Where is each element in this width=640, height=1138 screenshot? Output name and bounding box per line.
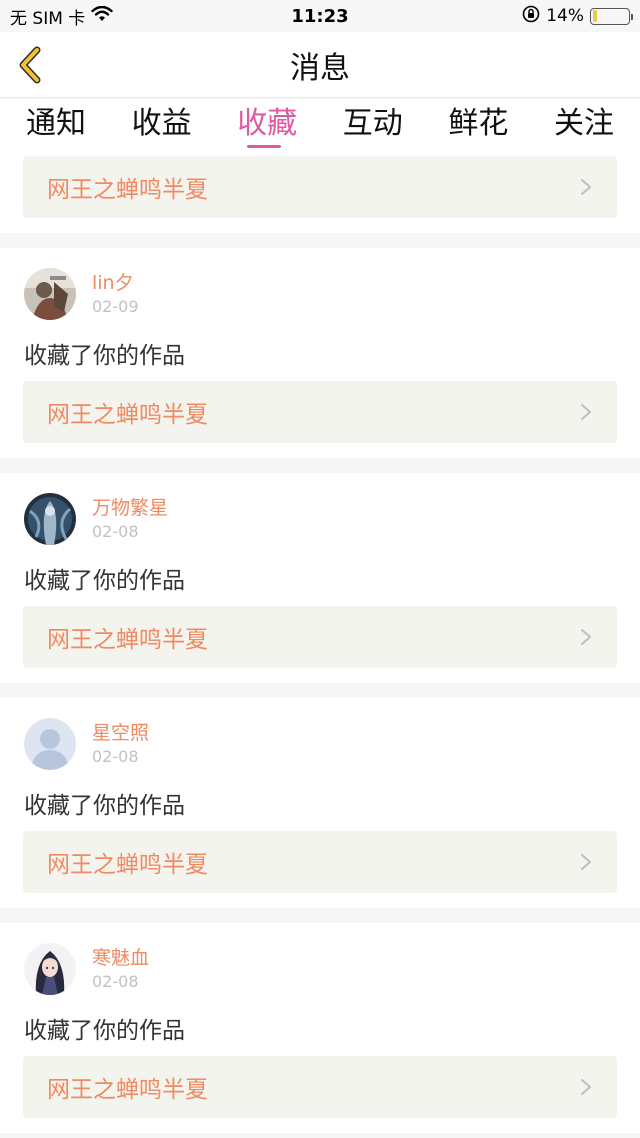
chevron-right-icon	[581, 854, 591, 870]
user-row: lin夕 02-09	[24, 268, 139, 320]
work-title: 网王之蝉鸣半夏	[47, 402, 208, 428]
message-card: 寒魅血 02-08 收藏了你的作品 网王之蝉鸣半夏	[0, 923, 640, 1133]
tab-earnings[interactable]: 收益	[130, 99, 194, 151]
tab-follows[interactable]: 关注	[552, 99, 616, 151]
user-meta: 星空照 02-08	[92, 721, 149, 768]
message-card: 星空照 02-08 收藏了你的作品 网王之蝉鸣半夏	[0, 698, 640, 908]
work-title: 网王之蝉鸣半夏	[47, 177, 208, 203]
work-link[interactable]: 网王之蝉鸣半夏	[23, 606, 617, 668]
action-text: 收藏了你的作品	[24, 568, 185, 594]
user-meta: lin夕 02-09	[92, 271, 139, 318]
status-bar: 无 SIM 卡 11:23 14%	[0, 0, 640, 32]
carrier-label: 无 SIM 卡	[10, 8, 86, 29]
page-title: 消息	[290, 50, 350, 86]
status-left: 无 SIM 卡	[10, 4, 113, 29]
username[interactable]: lin夕	[92, 271, 139, 295]
battery-percent: 14%	[546, 6, 584, 26]
username[interactable]: 万物繁星	[92, 496, 168, 520]
chevron-right-icon	[581, 179, 591, 195]
status-right: 14%	[522, 5, 633, 28]
action-text: 收藏了你的作品	[24, 793, 185, 819]
tab-interactions[interactable]: 互动	[341, 99, 405, 151]
user-row: 寒魅血 02-08	[24, 943, 149, 995]
messages-page: 无 SIM 卡 11:23 14% 消息 通知 收益 收藏 互动 鲜花 关注 网…	[0, 0, 640, 1138]
active-tab-indicator	[247, 145, 282, 148]
username[interactable]: 寒魅血	[92, 946, 149, 970]
tab-label: 收藏	[237, 106, 298, 141]
work-link[interactable]: 网王之蝉鸣半夏	[23, 831, 617, 893]
battery-icon	[590, 7, 633, 25]
tab-label: 关注	[553, 106, 614, 141]
user-meta: 万物繁星 02-08	[92, 496, 168, 543]
work-link[interactable]: 网王之蝉鸣半夏	[23, 1056, 617, 1118]
tab-flowers[interactable]: 鲜花	[446, 99, 510, 151]
wifi-icon	[91, 5, 113, 27]
tab-label: 收益	[131, 106, 192, 141]
chevron-right-icon	[581, 404, 591, 420]
back-button[interactable]	[12, 46, 48, 84]
tab-label: 互动	[342, 106, 403, 141]
work-title: 网王之蝉鸣半夏	[47, 852, 208, 878]
message-card: 万物繁星 02-08 收藏了你的作品 网王之蝉鸣半夏	[0, 473, 640, 683]
message-card: lin夕 02-09 收藏了你的作品 网王之蝉鸣半夏	[0, 248, 640, 458]
tab-bar: 通知 收益 收藏 互动 鲜花 关注	[0, 99, 640, 151]
avatar[interactable]	[24, 493, 76, 545]
avatar[interactable]	[24, 943, 76, 995]
work-title: 网王之蝉鸣半夏	[47, 627, 208, 653]
tab-favorites[interactable]: 收藏	[235, 99, 299, 151]
message-date: 02-08	[92, 521, 139, 541]
action-text: 收藏了你的作品	[24, 1018, 185, 1044]
work-link[interactable]: 网王之蝉鸣半夏	[23, 156, 617, 218]
tab-label: 通知	[26, 106, 86, 141]
work-link[interactable]: 网王之蝉鸣半夏	[23, 381, 617, 443]
user-meta: 寒魅血 02-08	[92, 946, 149, 993]
message-date: 02-08	[92, 746, 139, 766]
chevron-left-icon	[19, 46, 41, 84]
avatar[interactable]	[24, 268, 76, 320]
message-date: 02-08	[92, 971, 139, 991]
tab-label: 鲜花	[448, 106, 509, 141]
rotation-lock-icon	[522, 5, 540, 28]
default-avatar-icon[interactable]	[24, 718, 76, 770]
action-text: 收藏了你的作品	[24, 343, 185, 369]
user-row: 星空照 02-08	[24, 718, 149, 770]
message-date: 02-09	[92, 296, 139, 316]
chevron-right-icon	[581, 629, 591, 645]
chevron-right-icon	[581, 1079, 591, 1095]
message-card-partial: 网王之蝉鸣半夏	[0, 151, 640, 233]
tab-notifications[interactable]: 通知	[24, 99, 88, 151]
nav-bar: 消息	[0, 32, 640, 98]
work-title: 网王之蝉鸣半夏	[47, 1077, 208, 1103]
user-row: 万物繁星 02-08	[24, 493, 168, 545]
battery-level	[592, 10, 598, 22]
username[interactable]: 星空照	[92, 721, 149, 745]
